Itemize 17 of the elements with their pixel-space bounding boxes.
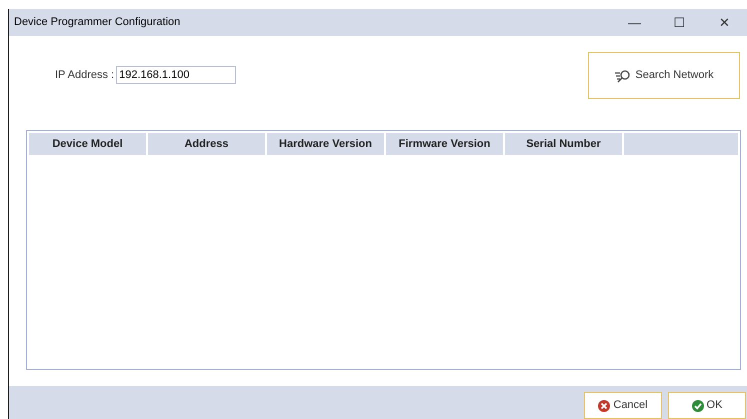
check-icon — [692, 400, 704, 412]
cancel-icon — [598, 400, 610, 412]
column-header[interactable]: Device Model — [29, 133, 148, 155]
ok-button[interactable]: OK — [668, 392, 746, 419]
column-header[interactable]: Firmware Version — [386, 133, 505, 155]
search-network-button[interactable]: Search Network — [588, 52, 740, 99]
column-header[interactable]: Serial Number — [505, 133, 624, 155]
window-title: Device Programmer Configuration — [14, 15, 182, 30]
ip-address-field[interactable]: 192.168.1.100 — [116, 66, 236, 84]
column-header[interactable]: Hardware Version — [267, 133, 386, 155]
column-header[interactable]: Address — [148, 133, 267, 155]
ip-address-label: IP Address : — [55, 68, 114, 83]
maximize-button[interactable]: ☐ — [657, 9, 702, 36]
close-button[interactable]: ✕ — [702, 9, 747, 36]
search-icon — [614, 68, 632, 82]
minimize-button[interactable]: — — [612, 9, 657, 36]
cancel-button[interactable]: Cancel — [584, 392, 662, 419]
